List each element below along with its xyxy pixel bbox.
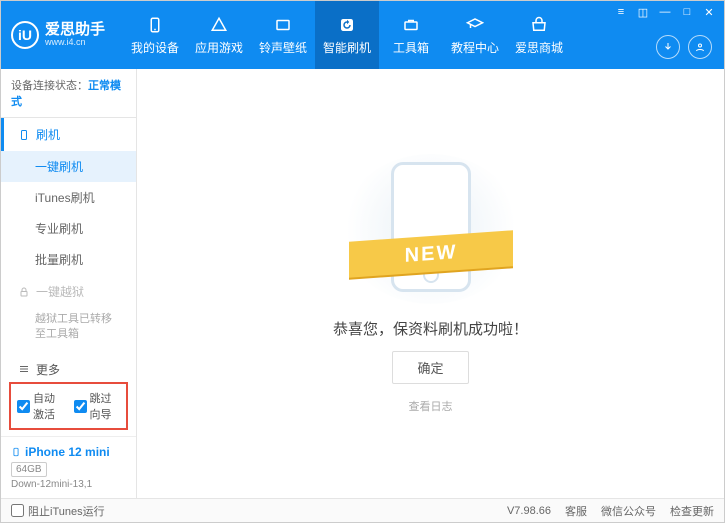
minimize-icon[interactable]: ― — [658, 5, 672, 19]
tab-my-device[interactable]: 我的设备 — [123, 1, 187, 69]
device-model: Down-12mini-13,1 — [11, 479, 126, 490]
checkbox-block-itunes[interactable]: 阻止iTunes运行 — [11, 503, 105, 519]
tab-label: 应用游戏 — [195, 39, 243, 56]
wallpaper-icon — [273, 15, 293, 35]
app-header: iU 爱思助手 www.i4.cn 我的设备 应用游戏 铃声壁纸 智能刷机 工具… — [1, 1, 724, 69]
customer-service-link[interactable]: 客服 — [565, 503, 587, 519]
footer: 阻止iTunes运行 V7.98.66 客服 微信公众号 检查更新 — [1, 498, 724, 522]
jailbreak-note: 越狱工具已转移至工具箱 — [1, 308, 136, 353]
connection-status: 设备连接状态：正常模式 — [1, 69, 136, 118]
tab-toolbox[interactable]: 工具箱 — [379, 1, 443, 69]
toolbox-icon — [401, 15, 421, 35]
phone-icon — [145, 15, 165, 35]
options-row: 自动激活 跳过向导 — [9, 382, 128, 430]
tab-label: 铃声壁纸 — [259, 39, 307, 56]
skin-icon[interactable]: ◫ — [636, 5, 650, 19]
sidebar-item-pro-flash[interactable]: 专业刷机 — [1, 213, 136, 244]
check-update-link[interactable]: 检查更新 — [670, 503, 714, 519]
device-storage: 64GB — [11, 462, 47, 477]
app-url: www.i4.cn — [45, 38, 105, 48]
logo-block: iU 爱思助手 www.i4.cn — [11, 21, 123, 49]
version-label: V7.98.66 — [507, 505, 551, 517]
menu-icon[interactable]: ≡ — [614, 5, 628, 19]
view-log-link[interactable]: 查看日志 — [409, 398, 453, 414]
sidebar: 设备连接状态：正常模式 刷机 一键刷机 iTunes刷机 专业刷机 批量刷机 一… — [1, 69, 137, 498]
checkbox-skip-guide[interactable]: 跳过向导 — [74, 390, 121, 422]
success-illustration: NEW — [341, 154, 521, 304]
sidebar-item-oneclick-flash[interactable]: 一键刷机 — [1, 151, 136, 182]
wechat-link[interactable]: 微信公众号 — [601, 503, 656, 519]
menu-icon — [18, 363, 30, 375]
device-block[interactable]: iPhone 12 mini 64GB Down-12mini-13,1 — [1, 436, 136, 498]
sidebar-group-jailbreak: 一键越狱 — [1, 275, 136, 308]
success-message: 恭喜您，保资料刷机成功啦！ — [333, 318, 528, 339]
tab-label: 爱思商城 — [515, 39, 563, 56]
sidebar-group-more[interactable]: 更多 — [1, 353, 136, 376]
store-icon — [529, 15, 549, 35]
device-name: iPhone 12 mini — [11, 445, 126, 459]
app-name: 爱思助手 — [45, 22, 105, 39]
tab-label: 教程中心 — [451, 39, 499, 56]
phone-icon — [11, 445, 21, 459]
sidebar-item-batch-flash[interactable]: 批量刷机 — [1, 244, 136, 275]
sidebar-group-flash[interactable]: 刷机 — [1, 118, 136, 151]
graduation-icon — [465, 15, 485, 35]
tab-label: 我的设备 — [131, 39, 179, 56]
tab-smart-flash[interactable]: 智能刷机 — [315, 1, 379, 69]
lock-icon — [18, 286, 30, 298]
tab-store[interactable]: 爱思商城 — [507, 1, 571, 69]
main-content: NEW 恭喜您，保资料刷机成功啦！ 确定 查看日志 — [137, 69, 724, 498]
apps-icon — [209, 15, 229, 35]
ok-button[interactable]: 确定 — [392, 351, 468, 384]
phone-icon — [18, 128, 30, 142]
tab-tutorials[interactable]: 教程中心 — [443, 1, 507, 69]
window-controls: ≡ ◫ ― □ ✕ — [614, 5, 716, 19]
download-button[interactable] — [656, 35, 680, 59]
user-button[interactable] — [688, 35, 712, 59]
logo-icon: iU — [11, 21, 39, 49]
refresh-icon — [337, 15, 357, 35]
tab-ringtones[interactable]: 铃声壁纸 — [251, 1, 315, 69]
maximize-icon[interactable]: □ — [680, 5, 694, 19]
tab-label: 智能刷机 — [323, 39, 371, 56]
tab-apps-games[interactable]: 应用游戏 — [187, 1, 251, 69]
checkbox-auto-activate[interactable]: 自动激活 — [17, 390, 64, 422]
sidebar-item-itunes-flash[interactable]: iTunes刷机 — [1, 182, 136, 213]
tab-label: 工具箱 — [393, 39, 429, 56]
close-icon[interactable]: ✕ — [702, 5, 716, 19]
